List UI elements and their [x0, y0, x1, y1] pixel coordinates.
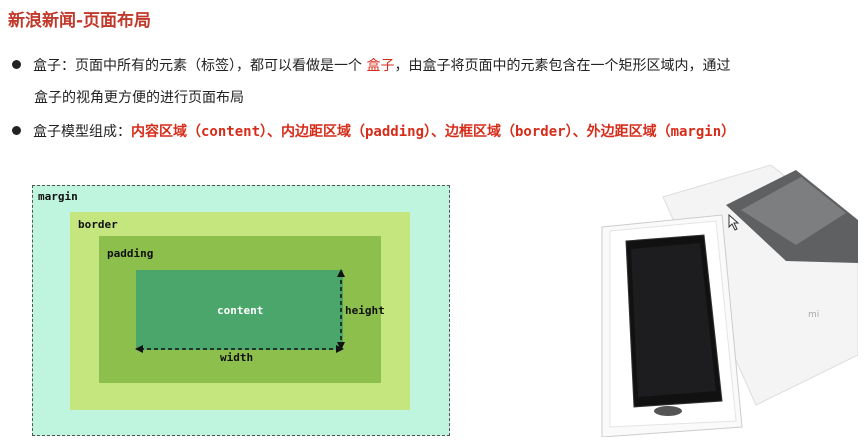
phone-box-photo: mi	[601, 165, 858, 437]
width-arrow-icon	[135, 345, 344, 353]
height-arrow-icon	[337, 269, 345, 350]
brand-mark: mi	[808, 310, 819, 320]
